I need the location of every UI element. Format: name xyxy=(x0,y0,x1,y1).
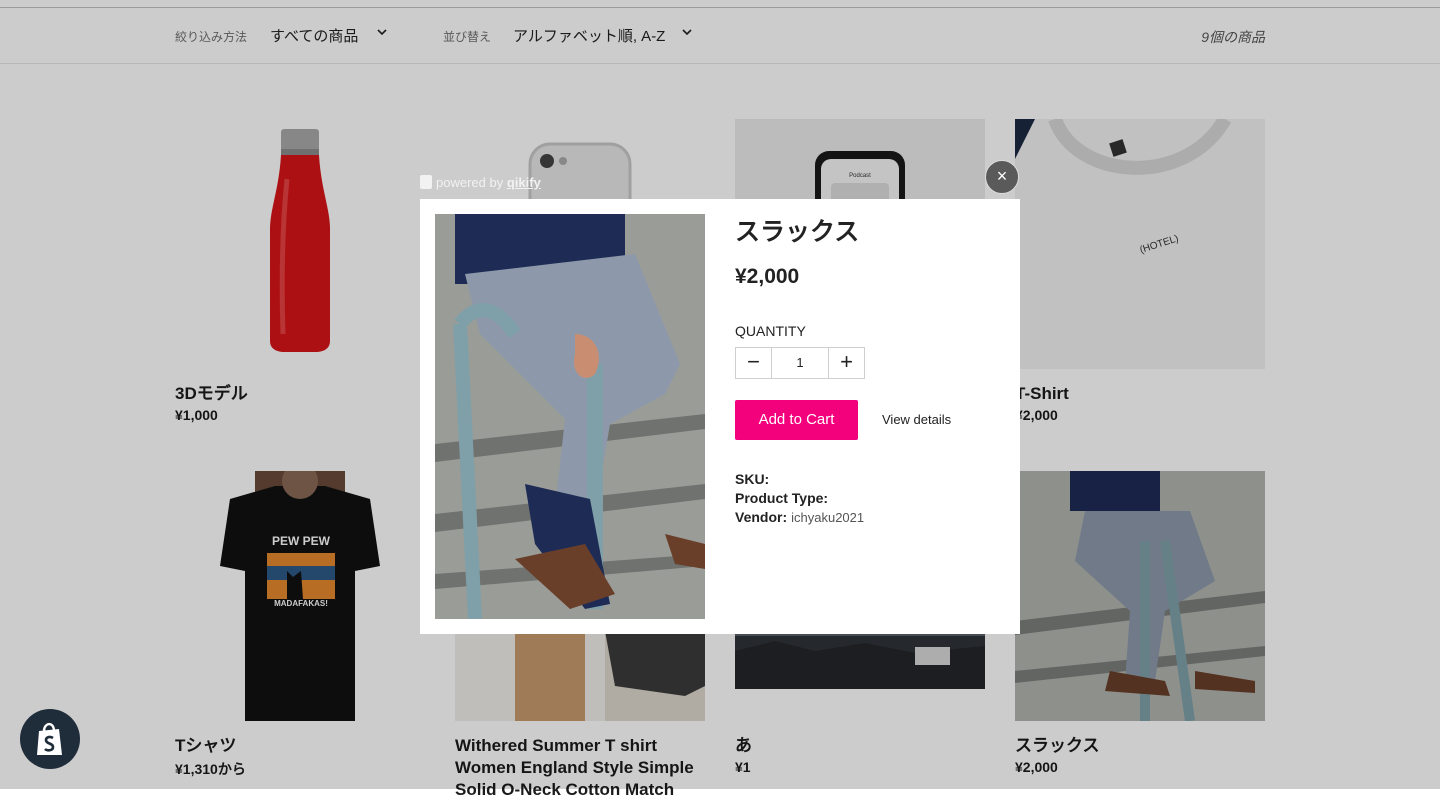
sku-row: SKU: xyxy=(735,471,769,487)
powered-by: powered by qikify xyxy=(420,175,541,190)
plus-icon[interactable]: + xyxy=(828,348,864,378)
view-details-link[interactable]: View details xyxy=(882,412,951,427)
quantity-stepper: − 1 + xyxy=(735,347,865,379)
qikify-link[interactable]: qikify xyxy=(507,175,541,190)
shopify-badge[interactable] xyxy=(20,709,80,769)
quick-view-modal: スラックス ¥2,000 QUANTITY − 1 + Add to Cart … xyxy=(420,199,1020,634)
vendor-label: Vendor: xyxy=(735,509,788,525)
product-type-label: Product Type: xyxy=(735,490,829,506)
product-type-row: Product Type: xyxy=(735,490,828,506)
modal-product-image xyxy=(435,214,705,619)
shopify-bag-icon xyxy=(37,722,62,755)
add-to-cart-button[interactable]: Add to Cart xyxy=(735,400,858,440)
vendor-row: Vendor: ichyaku2021 xyxy=(735,509,864,525)
qikify-logo-icon xyxy=(420,175,432,189)
modal-product-title: スラックス xyxy=(735,218,860,246)
quantity-input[interactable]: 1 xyxy=(771,348,829,378)
sku-label: SKU: xyxy=(735,471,770,487)
minus-icon[interactable]: − xyxy=(736,348,772,378)
vendor-value: ichyaku2021 xyxy=(791,510,865,525)
close-icon[interactable]: × xyxy=(985,160,1019,194)
modal-product-price: ¥2,000 xyxy=(735,265,800,288)
quantity-label: QUANTITY xyxy=(735,323,806,339)
slacks-photo xyxy=(435,214,705,619)
powered-prefix: powered by xyxy=(436,175,504,190)
